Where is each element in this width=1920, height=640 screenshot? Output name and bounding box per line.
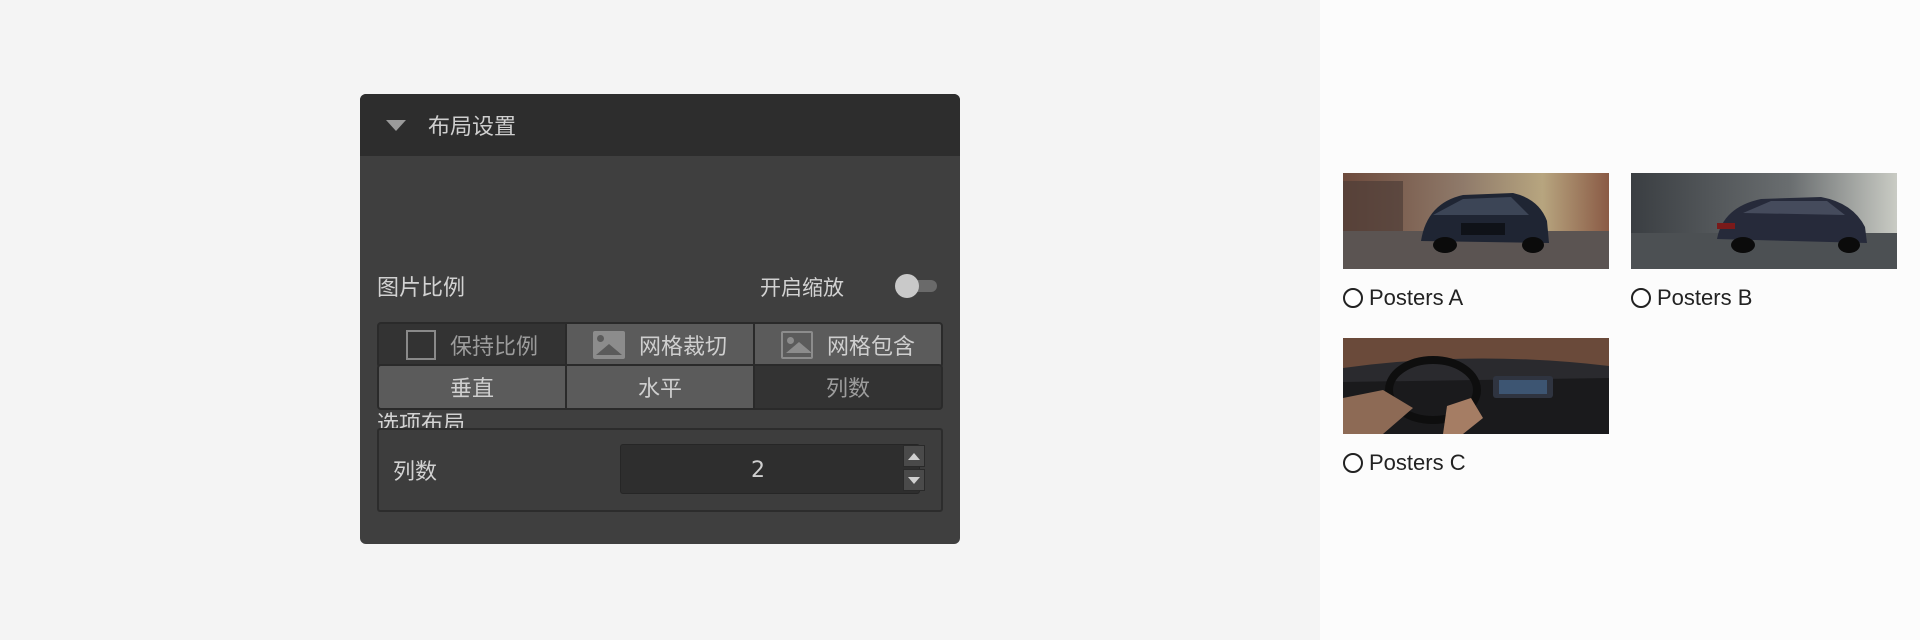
- poster-option[interactable]: Posters B: [1631, 285, 1897, 311]
- poster-image-car-front: [1343, 173, 1609, 269]
- option-label: 网格包含: [826, 335, 915, 360]
- option-label: 水平: [637, 377, 682, 402]
- image-ratio-segmented: 保持比例 网格裁切 网格包含: [377, 322, 943, 368]
- radio-button[interactable]: [1343, 288, 1363, 308]
- poster-card-c[interactable]: Posters C: [1343, 338, 1609, 476]
- panel-header[interactable]: 布局设置: [360, 94, 960, 156]
- option-layout-segmented: 垂直 水平 列数: [377, 364, 943, 410]
- option-label: 列数: [825, 377, 870, 402]
- poster-image-car-rear: [1631, 173, 1897, 269]
- arrow-down-icon: [908, 476, 920, 484]
- preview-pane: [1320, 0, 1920, 640]
- option-label: 垂直: [449, 377, 494, 402]
- image-outline-icon: [780, 331, 813, 359]
- columns-label: 列数: [393, 460, 438, 485]
- radio-button[interactable]: [1631, 288, 1651, 308]
- increment-button[interactable]: [903, 445, 925, 467]
- collapse-caret-icon[interactable]: [386, 119, 406, 131]
- columns-input[interactable]: [621, 445, 895, 495]
- poster-card-a[interactable]: Posters A: [1343, 173, 1609, 311]
- toggle-knob: [895, 274, 919, 298]
- poster-image-car-interior: [1343, 338, 1609, 434]
- option-columns[interactable]: 列数: [753, 366, 941, 408]
- image-ratio-label: 图片比例: [377, 276, 466, 301]
- option-horizontal[interactable]: 水平: [565, 366, 753, 408]
- zoom-label: 开启缩放: [760, 276, 844, 300]
- option-grid-crop[interactable]: 网格裁切: [565, 324, 753, 366]
- poster-option[interactable]: Posters C: [1343, 450, 1609, 476]
- poster-label: Posters B: [1657, 285, 1753, 310]
- option-label: 保持比例: [449, 335, 538, 360]
- decrement-button[interactable]: [903, 469, 925, 491]
- poster-label: Posters A: [1369, 285, 1464, 310]
- columns-settings: 列数: [377, 428, 943, 512]
- option-vertical[interactable]: 垂直: [379, 366, 565, 408]
- zoom-toggle[interactable]: [895, 274, 939, 298]
- option-keep-ratio[interactable]: 保持比例: [379, 324, 565, 366]
- poster-card-b[interactable]: Posters B: [1631, 173, 1897, 311]
- image-icon: [592, 331, 625, 359]
- arrow-up-icon: [908, 452, 920, 460]
- columns-stepper: [620, 444, 925, 495]
- poster-label: Posters C: [1369, 450, 1466, 475]
- square-icon: [405, 330, 436, 360]
- poster-option[interactable]: Posters A: [1343, 285, 1609, 311]
- option-grid-contain[interactable]: 网格包含: [753, 324, 941, 366]
- radio-button[interactable]: [1343, 453, 1363, 473]
- panel-title: 布局设置: [428, 115, 517, 140]
- option-label: 网格裁切: [638, 335, 727, 360]
